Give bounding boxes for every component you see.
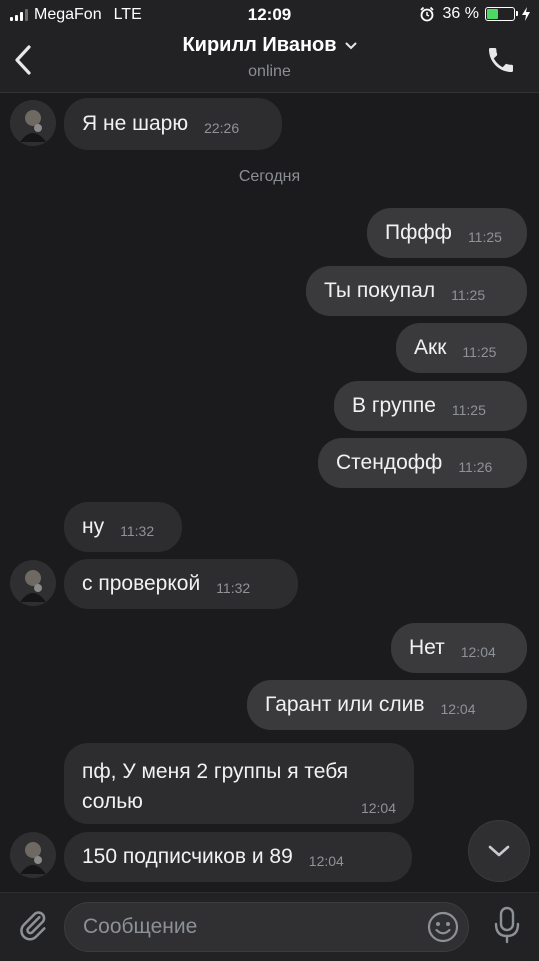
- message-time: 11:25: [462, 344, 497, 360]
- message-input-placeholder: Сообщение: [83, 915, 198, 938]
- paperclip-icon[interactable]: [16, 907, 50, 943]
- message-time: 12:04: [360, 800, 396, 816]
- message-bubble-incoming[interactable]: с проверкой 11:32: [64, 559, 298, 609]
- message-text: ну: [82, 515, 105, 538]
- message-time: 11:32: [120, 523, 155, 539]
- message-text: с проверкой: [82, 572, 201, 595]
- message-text: Ты покупал: [324, 279, 436, 302]
- message-bubble-outgoing[interactable]: Гарант или слив 12:04: [247, 680, 527, 730]
- chevron-down-icon[interactable]: [345, 42, 357, 50]
- message-bubble-incoming[interactable]: ну 11:32: [64, 502, 182, 552]
- status-bar: MegaFon LTE 12:09 36 %: [0, 0, 539, 30]
- battery-percent: 36 %: [442, 5, 479, 22]
- message-time: 22:26: [204, 120, 240, 136]
- message-time: 12:04: [308, 853, 344, 869]
- charging-icon: [522, 7, 530, 21]
- status-right: 36 %: [419, 5, 531, 23]
- chat-header: Кирилл Иванов online: [0, 30, 539, 93]
- message-time: 11:25: [451, 402, 486, 418]
- message-bubble-outgoing[interactable]: В группе 11:25: [334, 381, 527, 431]
- message-text: Акк: [414, 336, 447, 359]
- message-bubble-incoming[interactable]: пф, У меня 2 группы я тебя солью 12:04: [64, 743, 414, 824]
- message-text: Нет: [409, 636, 445, 659]
- phone-call-icon[interactable]: [485, 44, 517, 76]
- message-bubble-outgoing[interactable]: Акк 11:25: [396, 323, 527, 373]
- message-text: Я не шарю: [82, 112, 189, 135]
- chat-title[interactable]: Кирилл Иванов online: [0, 34, 539, 81]
- message-text: В группе: [352, 394, 436, 417]
- message-bubble-outgoing[interactable]: Ты покупал 11:25: [306, 266, 527, 316]
- message-composer: Сообщение: [0, 892, 539, 961]
- message-input[interactable]: Сообщение: [64, 902, 469, 952]
- microphone-icon[interactable]: [493, 905, 521, 945]
- chevron-down-icon: [488, 845, 510, 857]
- message-bubble-outgoing[interactable]: Нет 12:04: [391, 623, 527, 673]
- message-text: Гарант или слив: [265, 693, 425, 716]
- message-text: Стендофф: [336, 451, 443, 474]
- avatar[interactable]: [10, 832, 56, 878]
- avatar[interactable]: [10, 560, 56, 606]
- message-text: Пффф: [385, 221, 452, 244]
- message-time: 12:04: [440, 701, 476, 717]
- message-time: 12:04: [460, 644, 496, 660]
- battery-icon: [485, 7, 518, 21]
- alarm-icon: [419, 6, 434, 22]
- emoji-icon[interactable]: [426, 910, 460, 944]
- message-bubble-incoming[interactable]: 150 подписчиков и 89 12:04: [64, 832, 412, 882]
- message-text: пф, У меня 2 группы я тебя солью: [82, 760, 349, 813]
- scroll-to-bottom-button[interactable]: [468, 820, 530, 882]
- message-time: 11:26: [458, 459, 493, 475]
- message-bubble-outgoing[interactable]: Стендофф 11:26: [318, 438, 527, 488]
- date-separator: Сегодня: [238, 168, 301, 185]
- contact-name[interactable]: Кирилл Иванов: [182, 34, 336, 57]
- message-time: 11:32: [216, 580, 251, 596]
- message-time: 11:25: [451, 287, 486, 303]
- message-bubble-incoming[interactable]: Я не шарю 22:26: [64, 98, 282, 150]
- message-text: 150 подписчиков и 89: [82, 845, 293, 868]
- avatar[interactable]: [10, 100, 56, 146]
- message-time: 11:25: [467, 229, 502, 245]
- message-bubble-outgoing[interactable]: Пффф 11:25: [367, 208, 527, 258]
- contact-status: online: [248, 63, 291, 80]
